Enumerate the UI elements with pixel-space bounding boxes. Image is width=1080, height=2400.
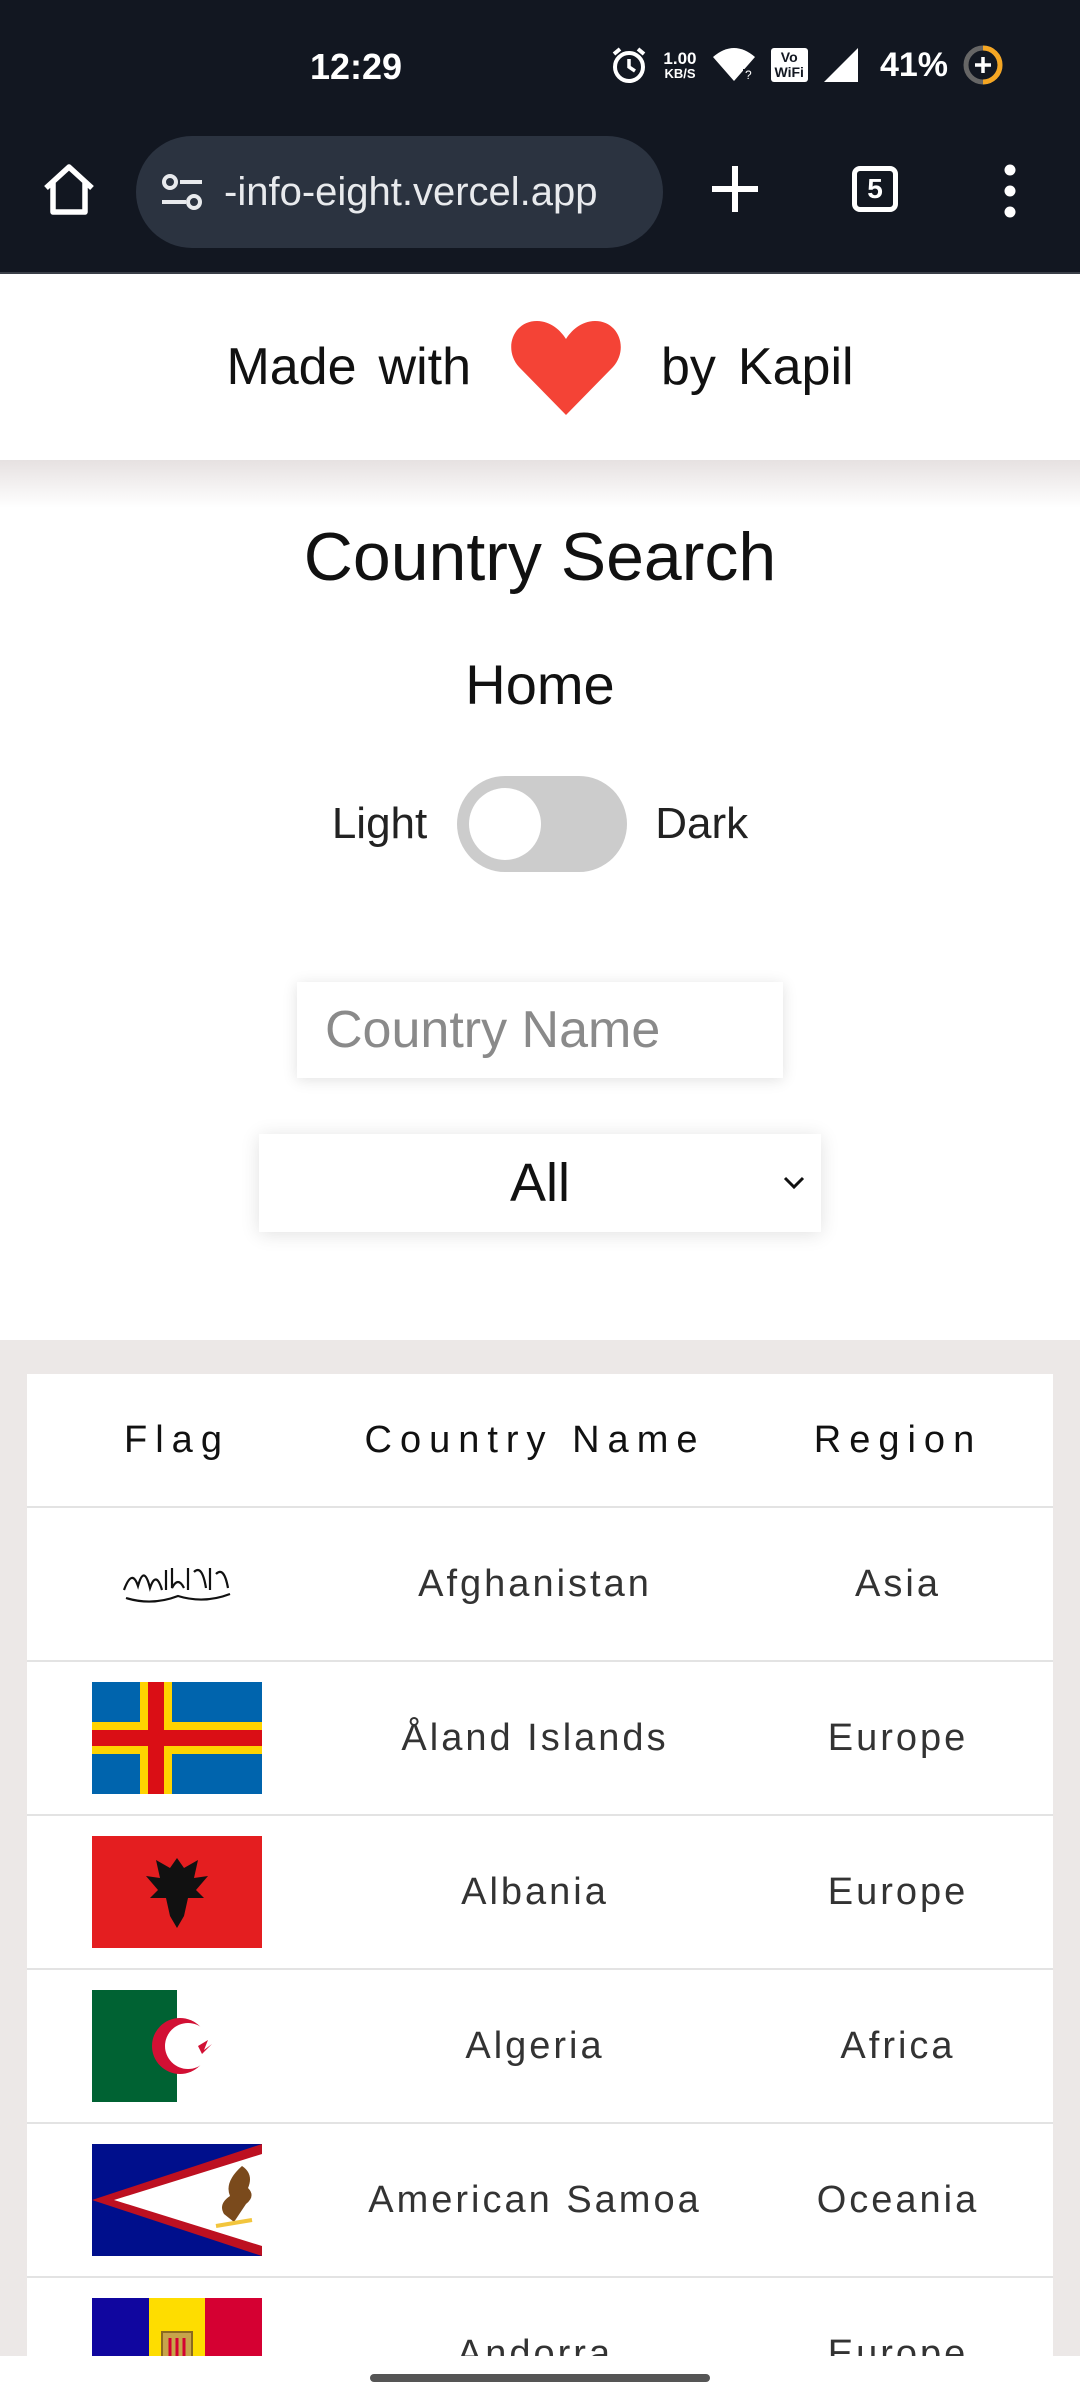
battery-saver-icon xyxy=(963,45,1003,85)
american-samoa-flag xyxy=(92,2144,262,2256)
country-region: Asia xyxy=(855,1562,941,1605)
table-header: Flag Country Name Region xyxy=(27,1374,1053,1508)
made-text: Made xyxy=(226,338,357,396)
author-name: Kapil xyxy=(737,338,854,396)
table-row[interactable]: Albania Europe xyxy=(27,1816,1053,1970)
header-flag: Flag xyxy=(124,1418,230,1461)
table-row[interactable]: Algeria Africa xyxy=(27,1970,1053,2124)
region-select-value: All xyxy=(509,1153,570,1213)
signal-icon xyxy=(823,48,858,82)
table-row[interactable]: Afghanistan Asia xyxy=(27,1508,1053,1662)
tab-switcher-button[interactable]: 5 xyxy=(852,166,898,212)
table-row[interactable]: Andorra Europe xyxy=(27,2278,1053,2356)
country-name: Albania xyxy=(461,1870,609,1913)
algeria-flag xyxy=(92,1990,262,2102)
gesture-bar[interactable] xyxy=(370,2374,710,2382)
with-text: with xyxy=(378,338,471,396)
header-country-name: Country Name xyxy=(364,1418,706,1461)
url-text[interactable]: -info-eight.vercel.app xyxy=(224,170,649,215)
gesture-area xyxy=(0,2356,1080,2400)
country-name: Andorra xyxy=(456,2332,614,2357)
country-region: Europe xyxy=(827,1716,969,1759)
svg-text:?: ? xyxy=(745,68,752,82)
theme-light-label: Light xyxy=(331,799,428,848)
region-select[interactable]: All xyxy=(259,1134,821,1232)
country-name: Algeria xyxy=(465,2024,605,2067)
country-table-section: Flag Country Name Region Afghanistan Asi… xyxy=(0,1340,1080,2356)
country-name: Åland Islands xyxy=(401,1716,669,1759)
wifi-icon: ? xyxy=(712,48,755,82)
status-bar: 12:29 1.00 KB/S ? Vo WiFi 41% xyxy=(0,0,1080,130)
site-settings-icon[interactable] xyxy=(158,168,208,218)
header-shadow xyxy=(0,460,1080,508)
country-region: Europe xyxy=(827,1870,969,1913)
albania-flag xyxy=(92,1836,262,1948)
aland-islands-flag xyxy=(92,1682,262,1794)
andorra-flag xyxy=(92,2298,262,2356)
country-region: Europe xyxy=(827,2332,969,2357)
theme-toggle-row: Light Dark xyxy=(0,774,1080,874)
page-title: Country Search xyxy=(303,519,777,595)
battery-percent: 41% xyxy=(879,45,948,84)
address-bar[interactable]: -info-eight.vercel.app xyxy=(136,136,663,248)
header-region: Region xyxy=(813,1418,983,1461)
nav-home-link[interactable]: Home xyxy=(0,652,1080,717)
new-tab-icon[interactable] xyxy=(704,158,766,220)
menu-icon[interactable] xyxy=(990,160,1030,222)
country-region: Africa xyxy=(840,2024,956,2067)
country-table: Flag Country Name Region Afghanistan Asi… xyxy=(27,1374,1053,2356)
net-speed-indicator: 1.00 KB/S xyxy=(663,50,696,80)
heart-icon xyxy=(511,321,621,415)
country-name: American Samoa xyxy=(368,2178,702,2221)
theme-dark-label: Dark xyxy=(655,799,749,848)
country-search-input[interactable] xyxy=(297,982,783,1078)
table-row[interactable]: American Samoa Oceania xyxy=(27,2124,1053,2278)
net-speed-unit: KB/S xyxy=(664,66,696,81)
browser-toolbar: -info-eight.vercel.app 5 xyxy=(0,130,1080,274)
status-icons: 1.00 KB/S ? Vo WiFi 41% xyxy=(609,44,1004,86)
country-name: Afghanistan xyxy=(418,1562,652,1605)
chevron-down-icon xyxy=(783,1176,805,1190)
home-icon[interactable] xyxy=(38,158,100,220)
made-with-banner: Made with by Kapil xyxy=(0,274,1080,460)
net-speed-value: 1.00 xyxy=(663,49,697,68)
by-text: by xyxy=(661,338,716,396)
afghanistan-flag xyxy=(92,1528,262,1640)
theme-toggle[interactable] xyxy=(457,776,628,872)
toggle-knob xyxy=(469,788,542,860)
status-time: 12:29 xyxy=(310,46,403,87)
table-row[interactable]: Åland Islands Europe xyxy=(27,1662,1053,1816)
vowifi-icon: Vo WiFi xyxy=(770,48,808,82)
country-region: Oceania xyxy=(816,2178,980,2221)
alarm-icon xyxy=(613,47,646,83)
